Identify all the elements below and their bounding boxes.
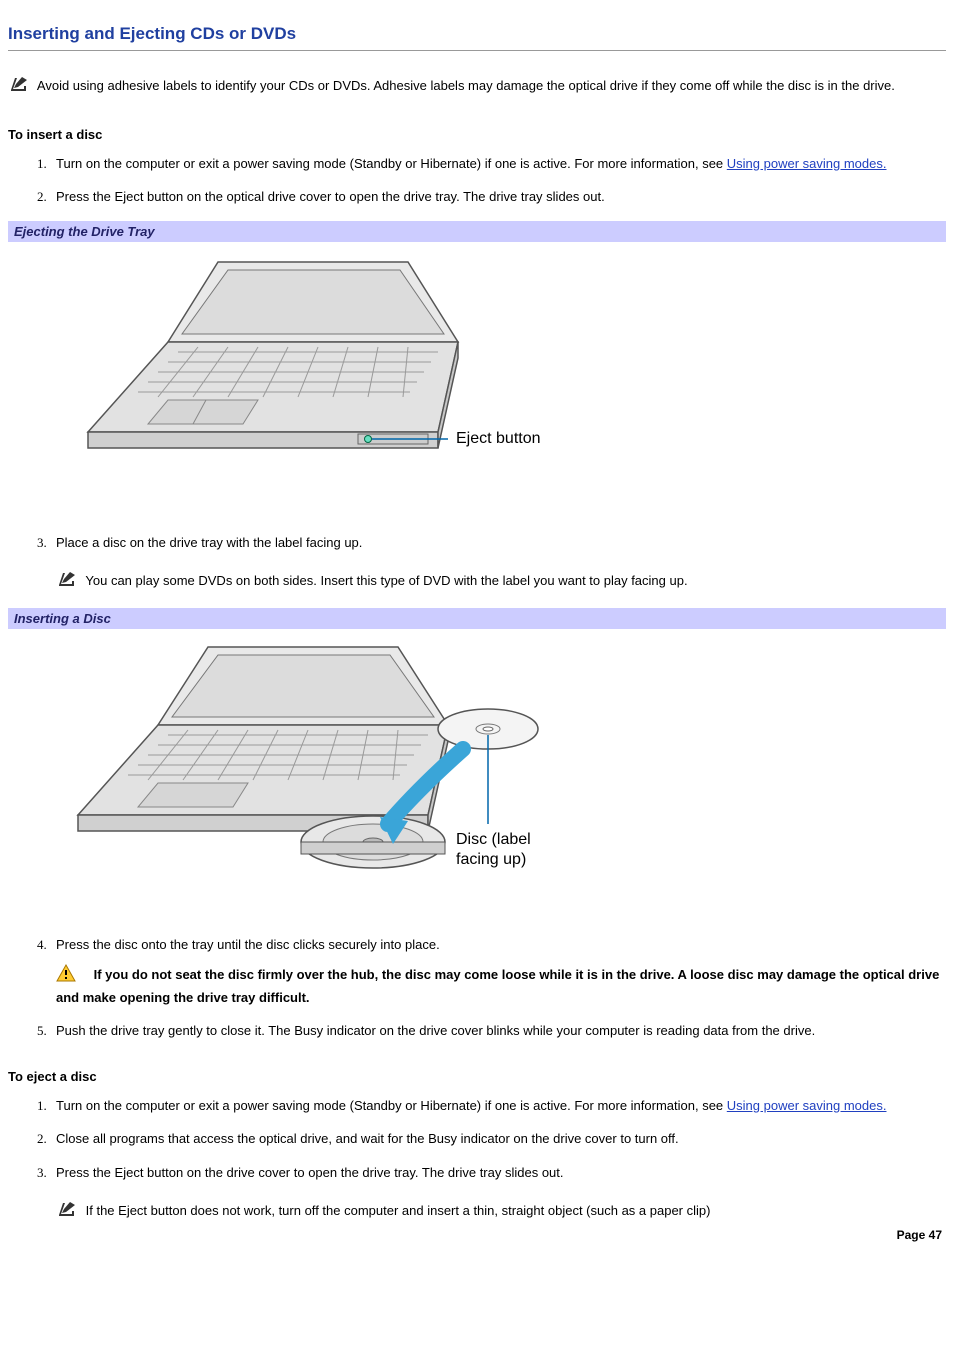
page-title: Inserting and Ejecting CDs or DVDs	[8, 24, 946, 51]
insert-subhead: To insert a disc	[8, 127, 946, 142]
eject-step-1: Turn on the computer or exit a power sav…	[50, 1096, 946, 1116]
link-power-saving-modes-2[interactable]: Using power saving modes.	[727, 1098, 887, 1113]
insert-step-4-warning-text: If you do not seat the disc firmly over …	[56, 967, 939, 1004]
insert-step-3-note: You can play some DVDs on both sides. In…	[56, 570, 946, 594]
eject-subhead: To eject a disc	[8, 1069, 946, 1084]
figure-2-caption: Inserting a Disc	[8, 608, 946, 629]
insert-step-4-text: Press the disc onto the tray until the d…	[56, 937, 440, 952]
link-power-saving-modes[interactable]: Using power saving modes.	[727, 156, 887, 171]
insert-step-1-text: Turn on the computer or exit a power sav…	[56, 156, 727, 171]
insert-step-3: Place a disc on the drive tray with the …	[50, 533, 946, 594]
note-icon	[56, 570, 78, 594]
eject-step-1-text: Turn on the computer or exit a power sav…	[56, 1098, 727, 1113]
figure-1-label: Eject button	[456, 430, 541, 447]
note-icon	[8, 75, 30, 99]
note-icon	[56, 1200, 78, 1224]
figure-eject-tray: Eject button	[58, 252, 946, 505]
eject-step-3: Press the Eject button on the drive cove…	[50, 1163, 946, 1224]
eject-step-2: Close all programs that access the optic…	[50, 1129, 946, 1149]
eject-step-3-text: Press the Eject button on the drive cove…	[56, 1165, 564, 1180]
figure-2-label-b: facing up)	[456, 851, 526, 868]
insert-step-2: Press the Eject button on the optical dr…	[50, 187, 946, 207]
intro-note-text: Avoid using adhesive labels to identify …	[37, 78, 895, 93]
eject-step-3-note-text: If the Eject button does not work, turn …	[86, 1203, 711, 1218]
insert-step-4-warning: If you do not seat the disc firmly over …	[56, 964, 946, 1007]
insert-step-3-text: Place a disc on the drive tray with the …	[56, 535, 362, 550]
insert-step-5: Push the drive tray gently to close it. …	[50, 1021, 946, 1041]
insert-step-4: Press the disc onto the tray until the d…	[50, 935, 946, 1008]
insert-step-3-note-text: You can play some DVDs on both sides. In…	[85, 573, 687, 588]
eject-step-3-note: If the Eject button does not work, turn …	[56, 1200, 946, 1224]
intro-note: Avoid using adhesive labels to identify …	[8, 75, 946, 99]
figure-insert-disc: Disc (label facing up)	[58, 639, 946, 907]
warning-icon	[56, 964, 76, 988]
figure-2-label-a: Disc (label	[456, 831, 531, 848]
insert-step-1: Turn on the computer or exit a power sav…	[50, 154, 946, 174]
page-number: Page 47	[897, 1228, 942, 1242]
figure-1-caption: Ejecting the Drive Tray	[8, 221, 946, 242]
